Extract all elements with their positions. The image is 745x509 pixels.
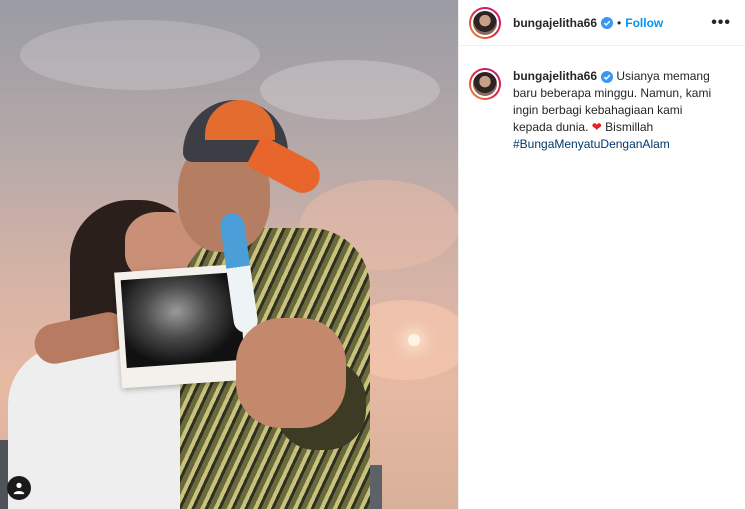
post-photo[interactable] xyxy=(0,0,458,509)
post-caption: bungajelitha66 Usianya memang baru beber… xyxy=(459,46,745,153)
caption-avatar[interactable] xyxy=(469,68,501,100)
verified-badge-icon xyxy=(601,16,614,29)
avatar[interactable] xyxy=(469,6,501,39)
avatar-image xyxy=(471,70,499,98)
post-header: bungajelitha66 • Follow ••• xyxy=(459,0,745,46)
cloud xyxy=(260,60,440,120)
user-tag-glyph xyxy=(13,482,25,495)
hashtag-link[interactable]: #BungaMenyatuDenganAlam xyxy=(513,137,670,151)
username-link[interactable]: bungajelitha66 xyxy=(513,16,597,30)
cloud xyxy=(20,20,260,90)
verified-badge-icon xyxy=(601,70,614,83)
ultrasound-image xyxy=(120,272,245,369)
caption-username-link[interactable]: bungajelitha66 xyxy=(513,69,597,83)
caption-text: bungajelitha66 Usianya memang baru beber… xyxy=(513,68,723,153)
post-side-panel: bungajelitha66 • Follow ••• bungajelitha… xyxy=(458,0,745,509)
more-options-icon[interactable]: ••• xyxy=(707,14,735,32)
heart-icon: ❤ xyxy=(591,120,602,134)
user-tag-icon[interactable] xyxy=(7,476,31,500)
follow-button[interactable]: Follow xyxy=(625,16,663,30)
man-hand xyxy=(236,318,346,428)
avatar-image xyxy=(471,8,499,37)
sun xyxy=(408,334,420,346)
caption-bismillah: Bismillah xyxy=(605,120,654,134)
separator-dot: • xyxy=(617,15,622,30)
